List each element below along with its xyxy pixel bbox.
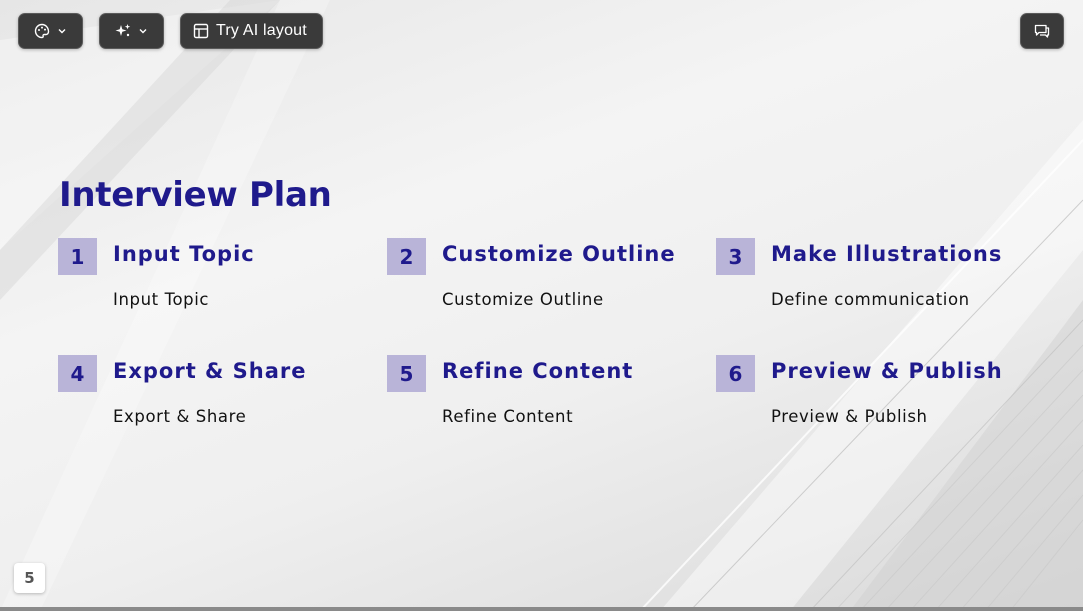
step-title[interactable]: Make Illustrations — [771, 242, 1002, 266]
page-number-badge: 5 — [14, 563, 45, 593]
plan-item-6[interactable]: 6 Preview & Publish Preview & Publish — [716, 355, 1016, 435]
comments-button[interactable] — [1020, 13, 1064, 49]
step-description[interactable]: Define communication — [771, 290, 970, 309]
plan-item-2[interactable]: 2 Customize Outline Customize Outline — [387, 238, 687, 318]
step-title[interactable]: Export & Share — [113, 359, 307, 383]
ai-magic-button[interactable] — [99, 13, 164, 49]
step-title[interactable]: Refine Content — [442, 359, 633, 383]
comment-icon — [1034, 24, 1050, 38]
step-number-badge: 4 — [58, 355, 97, 392]
step-number-badge: 5 — [387, 355, 426, 392]
try-ai-layout-button[interactable]: Try AI layout — [180, 13, 323, 49]
step-description[interactable]: Input Topic — [113, 290, 209, 309]
chevron-down-icon — [139, 29, 147, 34]
palette-icon — [34, 23, 50, 39]
try-ai-layout-label: Try AI layout — [216, 22, 307, 39]
step-title[interactable]: Preview & Publish — [771, 359, 1003, 383]
plan-item-5[interactable]: 5 Refine Content Refine Content — [387, 355, 687, 435]
step-number-badge: 2 — [387, 238, 426, 275]
theme-button[interactable] — [18, 13, 83, 49]
chevron-down-icon — [58, 29, 66, 34]
bottom-bar — [0, 607, 1083, 611]
step-description[interactable]: Refine Content — [442, 407, 573, 426]
plan-item-3[interactable]: 3 Make Illustrations Define communicatio… — [716, 238, 1016, 318]
plan-item-4[interactable]: 4 Export & Share Export & Share — [58, 355, 358, 435]
plan-item-1[interactable]: 1 Input Topic Input Topic — [58, 238, 358, 318]
step-description[interactable]: Export & Share — [113, 407, 246, 426]
step-title[interactable]: Input Topic — [113, 242, 255, 266]
layout-icon — [193, 23, 209, 39]
step-description[interactable]: Preview & Publish — [771, 407, 928, 426]
step-title[interactable]: Customize Outline — [442, 242, 676, 266]
step-number-badge: 3 — [716, 238, 755, 275]
step-number-badge: 1 — [58, 238, 97, 275]
slide-title[interactable]: Interview Plan — [59, 175, 332, 215]
slide-canvas: Try AI layout Interview Plan 1 Input Top… — [0, 0, 1083, 611]
sparkles-icon — [115, 24, 131, 37]
step-description[interactable]: Customize Outline — [442, 290, 604, 309]
step-number-badge: 6 — [716, 355, 755, 392]
